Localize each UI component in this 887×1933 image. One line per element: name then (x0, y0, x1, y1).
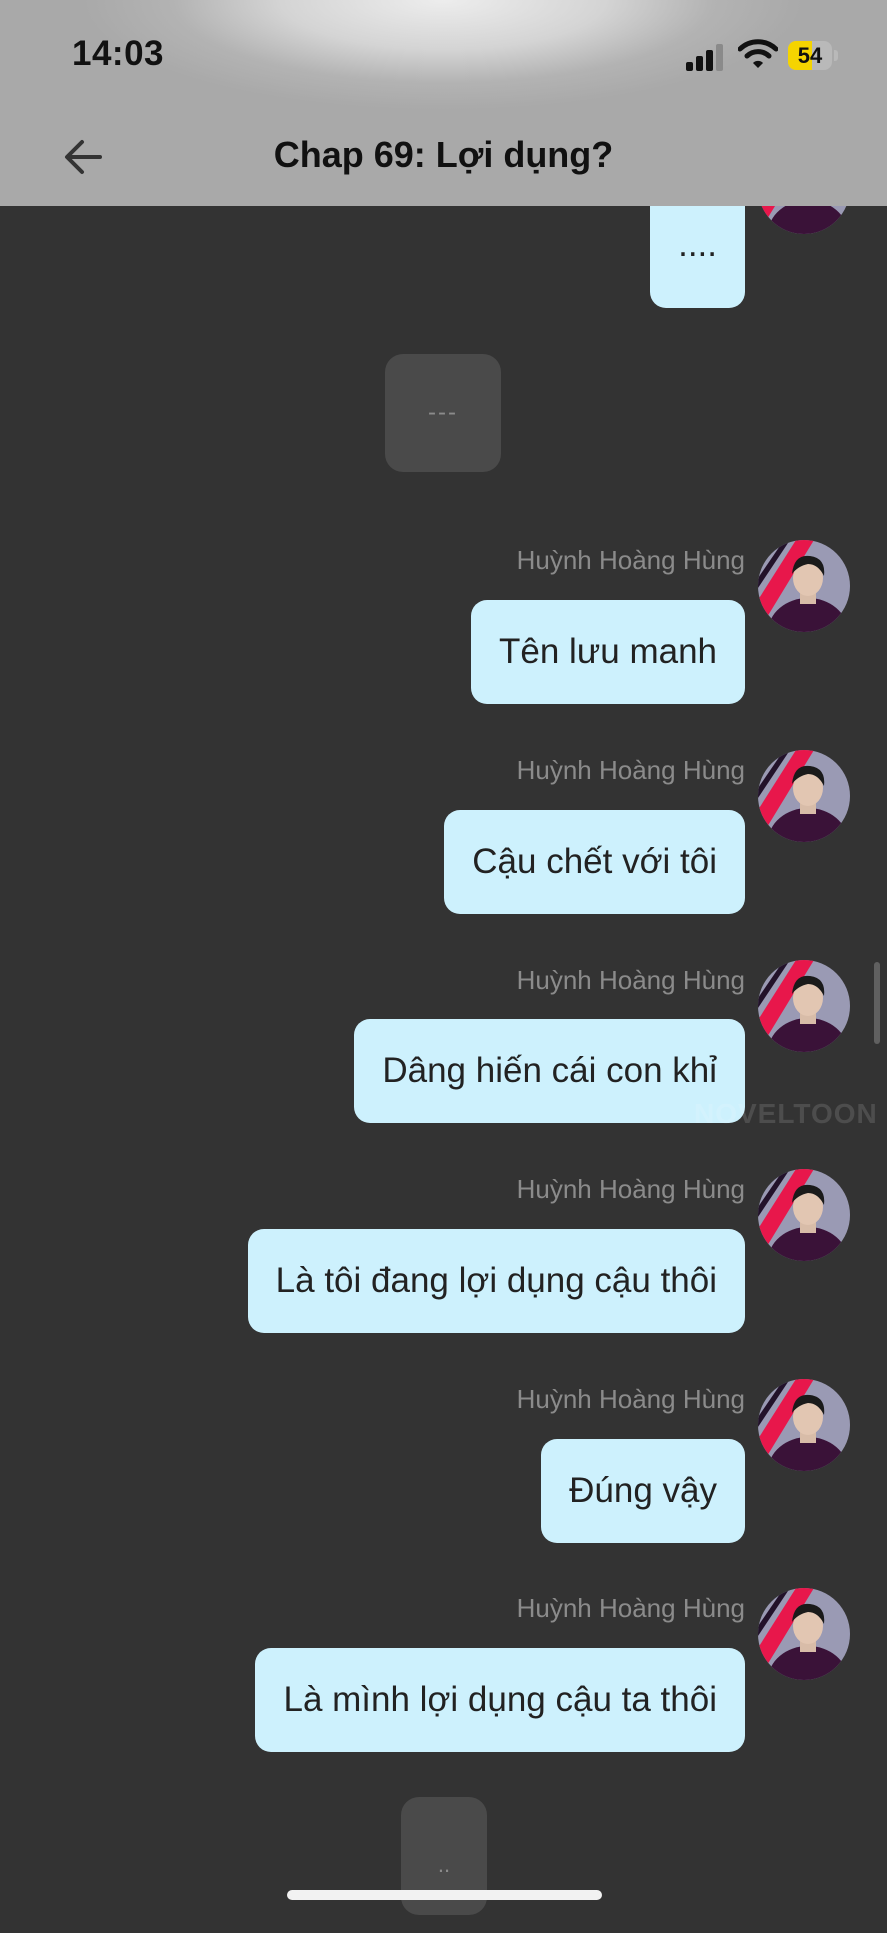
sender-name: Huỳnh Hoàng Hùng (516, 545, 745, 575)
scene-separator: --- (385, 354, 501, 472)
sender-name: Huỳnh Hoàng Hùng (516, 1593, 745, 1623)
scrollbar[interactable] (874, 962, 880, 1044)
wifi-icon (737, 38, 779, 70)
top-bar: 14:03 54 Chap 69: Lợi dụng? (0, 0, 887, 206)
avatar (758, 1588, 850, 1680)
sender-name: Huỳnh Hoàng Hùng (516, 755, 745, 785)
cellular-signal-icon (686, 41, 726, 71)
sender-name: Huỳnh Hoàng Hùng (516, 1384, 745, 1414)
battery-icon: 54 (788, 41, 832, 70)
message-bubble: Tên lưu manh (471, 600, 745, 704)
avatar (758, 1169, 850, 1261)
message-bubble: Đúng vậy (541, 1439, 745, 1543)
sender-name: Huỳnh Hoàng Hùng (516, 1174, 745, 1204)
battery-percent: 54 (797, 43, 823, 68)
watermark: NOVELTOON (694, 1098, 878, 1129)
message-bubble: Là tôi đang lợi dụng cậu thôi (247, 1229, 745, 1333)
avatar (758, 1379, 850, 1471)
battery-cap (834, 50, 838, 61)
message-bubble: Cậu chết với tôi (444, 810, 745, 914)
avatar (758, 750, 850, 842)
avatar (758, 540, 850, 632)
status-time: 14:03 (72, 34, 165, 73)
sender-name: Huỳnh Hoàng Hùng (516, 965, 745, 995)
home-indicator[interactable] (287, 1890, 602, 1900)
avatar (758, 960, 850, 1052)
message-bubble: Là mình lợi dụng cậu ta thôi (255, 1648, 745, 1752)
message-bubble: .... (650, 206, 745, 308)
chapter-title: Chap 69: Lợi dụng? (273, 134, 614, 175)
message-bubble: Dâng hiến cái con khỉ (354, 1019, 745, 1123)
